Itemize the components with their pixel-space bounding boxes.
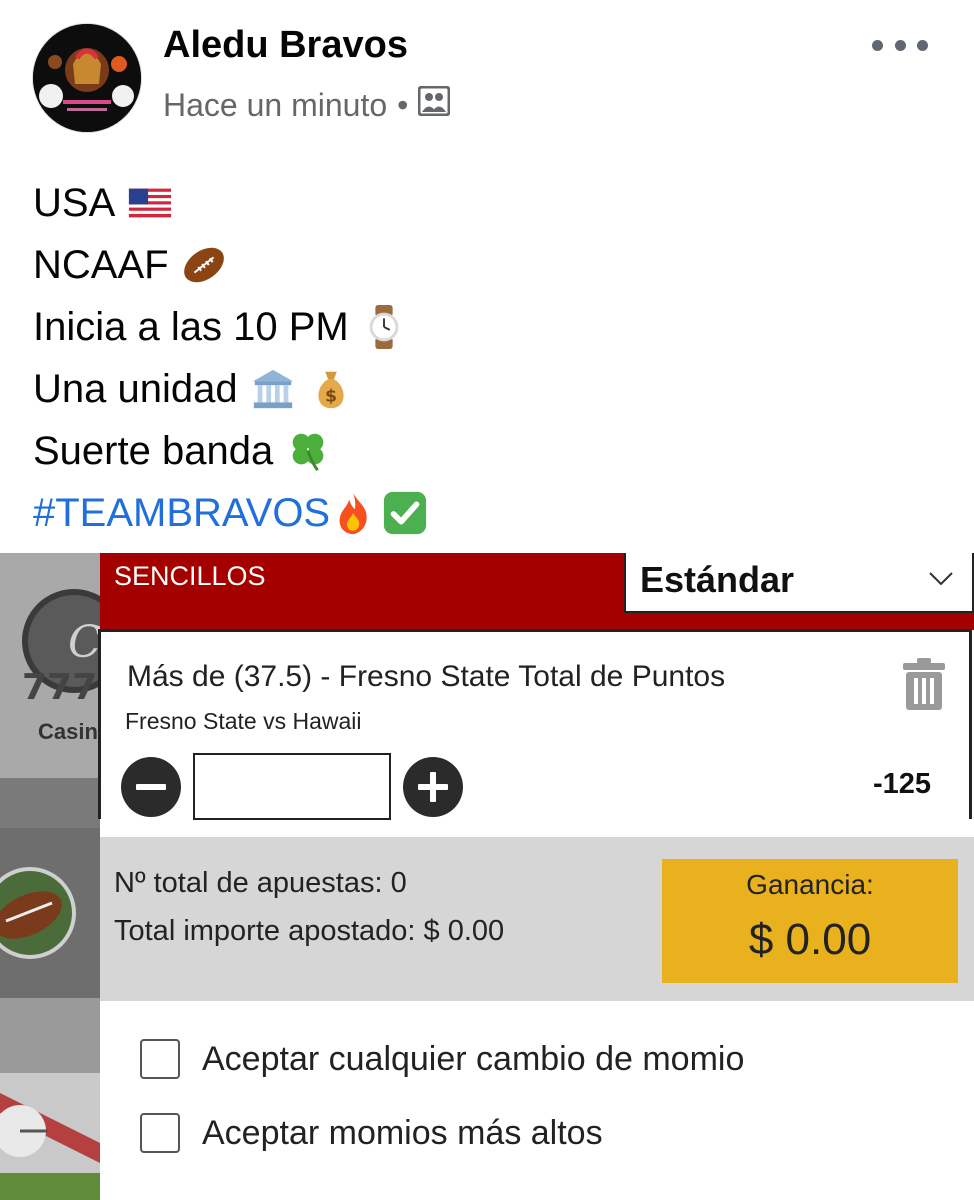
post-line-text: Inicia a las 10 PM bbox=[33, 305, 349, 349]
hashtag-link[interactable]: #TEAMBRAVOS bbox=[33, 482, 330, 544]
odds-change-options: Aceptar cualquier cambio de momio Acepta… bbox=[100, 1001, 974, 1200]
post-line: NCAAF bbox=[33, 234, 428, 296]
chevron-down-icon bbox=[929, 572, 953, 586]
post-line: Inicia a las 10 PM bbox=[33, 296, 428, 358]
check-mark-icon bbox=[384, 491, 427, 535]
accept-any-change-option[interactable]: Aceptar cualquier cambio de momio bbox=[140, 1039, 744, 1079]
post-line-text: USA bbox=[33, 181, 116, 225]
post-line-text: Suerte banda bbox=[33, 429, 274, 473]
total-bets-count: Nº total de apuestas: 0 bbox=[114, 867, 407, 899]
accept-higher-odds-label: Aceptar momios más altos bbox=[202, 1113, 603, 1152]
selection-odds: -125 bbox=[873, 768, 932, 800]
post-line: #TEAMBRAVOS bbox=[33, 482, 428, 544]
accept-any-change-label: Aceptar cualquier cambio de momio bbox=[202, 1039, 745, 1078]
casino-logo-icon: C 777 bbox=[22, 589, 100, 707]
post-line-text: Una unidad bbox=[33, 367, 238, 411]
watch-icon bbox=[369, 304, 399, 350]
bank-icon bbox=[252, 369, 293, 409]
svg-text:C: C bbox=[68, 617, 100, 668]
post-meta: Hace un minuto • bbox=[163, 85, 451, 124]
potential-win-box: Ganancia: $ 0.00 bbox=[662, 859, 958, 983]
friends-icon bbox=[417, 85, 451, 124]
post-line: USA bbox=[33, 172, 428, 234]
total-staked-amount: Total importe apostado: $ 0.00 bbox=[114, 915, 505, 947]
accept-higher-odds-option[interactable]: Aceptar momios más altos bbox=[140, 1113, 603, 1153]
stake-input[interactable] bbox=[193, 753, 391, 820]
post-line-text: NCAAF bbox=[33, 243, 169, 287]
fire-icon bbox=[339, 492, 367, 535]
helmet-thumbnail-icon bbox=[0, 1073, 100, 1200]
bet-selection-card: Más de (37.5) - Fresno State Total de Pu… bbox=[98, 629, 972, 820]
accept-any-change-checkbox[interactable] bbox=[140, 1039, 180, 1079]
four-leaf-clover-icon bbox=[292, 433, 324, 472]
side-menu-strip: C 777 Casin bbox=[0, 553, 100, 1200]
football-thumbnail-icon bbox=[0, 867, 76, 959]
trash-icon[interactable] bbox=[901, 658, 947, 712]
tab-sencillos[interactable]: SENCILLOS bbox=[114, 561, 266, 592]
selection-title: Más de (37.5) - Fresno State Total de Pu… bbox=[127, 660, 726, 693]
win-label: Ganancia: bbox=[746, 869, 874, 900]
meta-separator: • bbox=[397, 86, 409, 123]
increase-stake-button[interactable] bbox=[403, 757, 463, 817]
american-football-icon bbox=[183, 247, 224, 283]
author-avatar[interactable] bbox=[33, 24, 141, 132]
bet-summary: Nº total de apuestas: 0 Total importe ap… bbox=[100, 837, 974, 1001]
selection-match: Fresno State vs Hawaii bbox=[125, 708, 362, 734]
betslip-screenshot: C 777 Casin SENCILLOS Estándar Más de (3… bbox=[0, 553, 974, 1200]
bet-type-value: Estándar bbox=[640, 559, 795, 600]
svg-text:777: 777 bbox=[22, 667, 97, 707]
post-author-name[interactable]: Aledu Bravos bbox=[163, 24, 408, 67]
more-options-icon[interactable] bbox=[872, 30, 928, 60]
bet-type-select[interactable]: Estándar bbox=[624, 553, 974, 613]
flag-usa-icon bbox=[129, 188, 172, 218]
win-value: $ 0.00 bbox=[748, 915, 872, 964]
post-line: Una unidad $ bbox=[33, 358, 428, 420]
post-text: USA NCAAF Inicia a las 10 PM Una unidad … bbox=[33, 172, 428, 544]
svg-text:$: $ bbox=[325, 386, 337, 406]
money-bag-icon: $ bbox=[318, 371, 344, 409]
decrease-stake-button[interactable] bbox=[121, 757, 181, 817]
post-line: Suerte banda bbox=[33, 420, 428, 482]
post-timestamp[interactable]: Hace un minuto bbox=[163, 87, 387, 124]
accept-higher-odds-checkbox[interactable] bbox=[140, 1113, 180, 1153]
casino-label[interactable]: Casin bbox=[38, 719, 98, 745]
